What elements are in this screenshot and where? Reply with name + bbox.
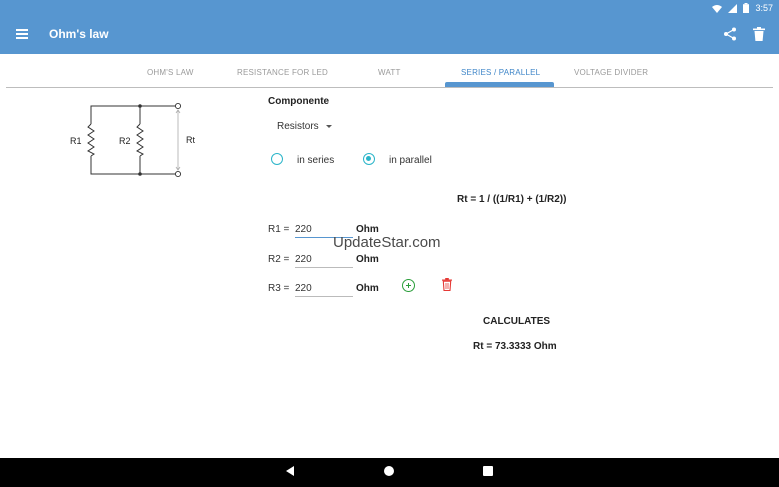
tab-ohms-law[interactable]: OHM'S LAW: [147, 68, 194, 77]
menu-icon[interactable]: [16, 29, 28, 39]
circuit-label-r2: R2: [119, 136, 131, 146]
formula-text: Rt = 1 / ((1/R1) + (1/R2)): [457, 194, 567, 205]
result-text: Rt = 73.3333 Ohm: [473, 341, 557, 352]
watermark: UpdateStar.com: [333, 234, 441, 251]
radio-in-parallel-label: in parallel: [389, 155, 432, 166]
radio-in-series[interactable]: [271, 153, 283, 165]
radio-in-parallel[interactable]: [363, 153, 375, 165]
home-icon[interactable]: [384, 466, 394, 476]
tab-divider: [6, 87, 773, 88]
share-icon[interactable]: [723, 27, 737, 41]
component-select[interactable]: Resistors: [277, 121, 332, 132]
tab-resistance-for-led[interactable]: RESISTANCE FOR LED: [237, 68, 328, 77]
delete-icon[interactable]: [753, 27, 765, 41]
r3-unit: Ohm: [356, 283, 379, 294]
dropdown-caret-icon: [325, 125, 332, 128]
signal-icon: [728, 3, 738, 13]
tab-bar: OHM'S LAW RESISTANCE FOR LED WATT SERIES…: [0, 54, 779, 88]
r2-label: R2 =: [268, 254, 290, 265]
tab-voltage-divider[interactable]: VOLTAGE DIVIDER: [574, 68, 648, 77]
r1-label: R1 =: [268, 224, 290, 235]
radio-in-series-label: in series: [297, 155, 335, 166]
navigation-bar: [0, 458, 779, 487]
r3-label: R3 =: [268, 283, 290, 294]
calculate-button[interactable]: CALCULATES: [483, 316, 550, 327]
back-icon[interactable]: [286, 466, 294, 476]
remove-resistor-icon[interactable]: [442, 278, 452, 291]
circuit-label-rt: Rt: [186, 135, 195, 145]
status-time: 3:57: [755, 3, 773, 13]
recent-apps-icon[interactable]: [483, 466, 493, 476]
tab-watt[interactable]: WATT: [378, 68, 401, 77]
status-bar: 3:57: [712, 1, 773, 15]
circuit-diagram: R1 R2 Rt: [70, 102, 195, 178]
component-select-value: Resistors: [277, 121, 319, 132]
battery-icon: [743, 3, 750, 13]
app-bar: 3:57 Ohm's law: [0, 0, 779, 54]
screen: 3:57 Ohm's law OHM'S LAW RESISTANCE FOR …: [0, 0, 779, 487]
r2-unit: Ohm: [356, 254, 379, 265]
r3-input[interactable]: [295, 281, 353, 297]
componente-label: Componente: [268, 96, 330, 107]
app-title: Ohm's law: [49, 27, 109, 41]
tab-series-parallel[interactable]: SERIES / PARALLEL: [461, 68, 540, 77]
r2-input[interactable]: [295, 252, 353, 268]
wifi-icon: [712, 4, 723, 13]
circuit-label-r1: R1: [70, 136, 82, 146]
add-resistor-icon[interactable]: [402, 279, 415, 292]
